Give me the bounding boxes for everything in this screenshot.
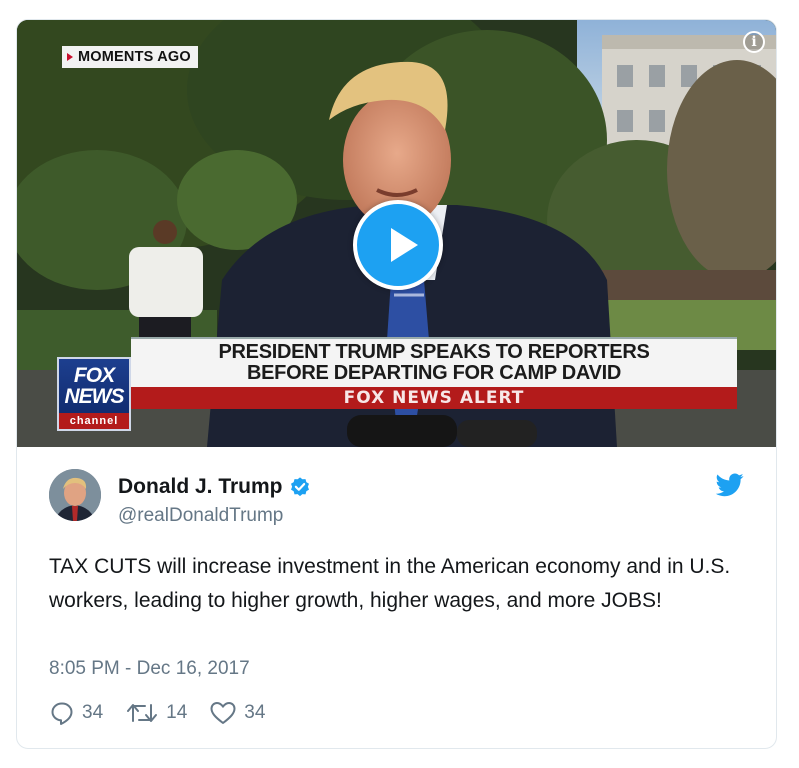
news-lower-third: PRESIDENT TRUMP SPEAKS TO REPORTERS BEFO… <box>131 337 737 409</box>
reply-button[interactable]: 34 <box>49 700 103 726</box>
display-name[interactable]: Donald J. Trump <box>118 475 283 499</box>
play-button[interactable] <box>353 200 443 290</box>
tweet-timestamp[interactable]: 8:05 PM - Dec 16, 2017 <box>49 658 250 680</box>
twitter-bird-icon[interactable] <box>716 473 744 497</box>
live-triangle-icon <box>67 53 73 61</box>
retweet-button[interactable]: 14 <box>125 701 187 725</box>
retweet-icon <box>127 704 158 722</box>
moments-ago-label: MOMENTS AGO <box>78 49 191 65</box>
video-player[interactable]: MOMENTS AGO i PRESIDENT TRUMP SPEAKS TO … <box>17 20 776 447</box>
like-count: 34 <box>244 702 266 723</box>
tweet-embed-card[interactable]: MOMENTS AGO i PRESIDENT TRUMP SPEAKS TO … <box>16 19 777 749</box>
play-icon <box>391 228 418 262</box>
logo-line-1: FOX <box>73 364 115 387</box>
tweet-text: TAX CUTS will increase investment in the… <box>49 555 731 612</box>
avatar-image <box>49 469 101 521</box>
fox-news-logo: FOX NEWS channel <box>57 357 131 431</box>
user-handle[interactable]: @realDonaldTrump <box>118 505 283 527</box>
logo-line-2: NEWS <box>64 385 125 408</box>
tweet-actions: 34 14 34 <box>49 700 287 726</box>
verified-badge-icon <box>290 477 309 497</box>
reply-icon <box>51 702 73 725</box>
moments-ago-badge: MOMENTS AGO <box>62 46 198 68</box>
retweet-count: 14 <box>166 702 188 723</box>
alert-banner: FOX NEWS ALERT <box>131 387 737 409</box>
info-icon[interactable]: i <box>743 31 765 53</box>
avatar[interactable] <box>49 469 101 521</box>
author-row[interactable]: Donald J. Trump <box>118 475 311 499</box>
logo-line-3: channel <box>59 413 129 429</box>
headline-line-2: BEFORE DEPARTING FOR CAMP DAVID <box>246 362 622 384</box>
headline-box: PRESIDENT TRUMP SPEAKS TO REPORTERS BEFO… <box>131 337 737 387</box>
heart-icon <box>210 702 236 724</box>
headline-line-1: PRESIDENT TRUMP SPEAKS TO REPORTERS <box>218 341 650 363</box>
reply-count: 34 <box>82 702 104 723</box>
like-button[interactable]: 34 <box>209 700 265 726</box>
